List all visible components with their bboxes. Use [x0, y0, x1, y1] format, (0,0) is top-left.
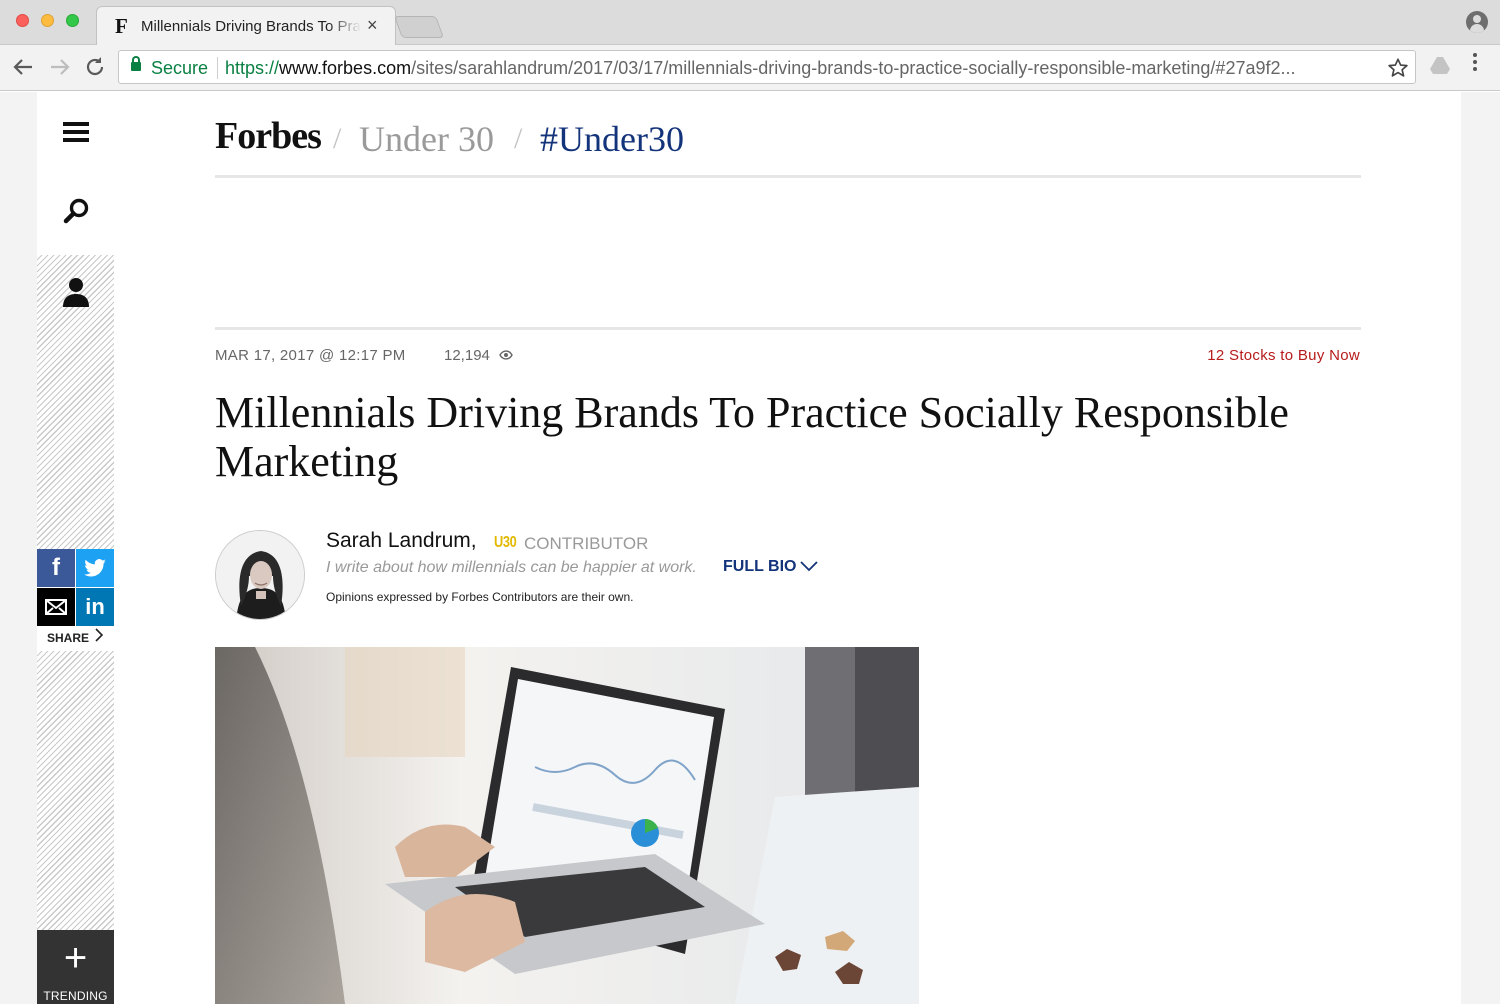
- article-date: MAR 17, 2017 @ 12:17 PM: [215, 347, 406, 364]
- plus-icon: +: [63, 936, 88, 980]
- author-role: CONTRIBUTOR: [524, 534, 649, 553]
- page-viewport: f in SHARE + TRENDING Forbes / Under 30 …: [0, 92, 1500, 1004]
- browser-toolbar: Secure https://www.forbes.com/sites/sara…: [0, 45, 1500, 91]
- linkedin-share-button[interactable]: in: [76, 588, 114, 626]
- new-tab-button[interactable]: [393, 16, 445, 38]
- contributor-disclaimer: Opinions expressed by Forbes Contributor…: [326, 590, 634, 604]
- address-bar[interactable]: Secure https://www.forbes.com/sites/sara…: [118, 50, 1416, 84]
- email-icon: [45, 599, 67, 615]
- author-portrait: [216, 531, 304, 619]
- breadcrumb-under-30[interactable]: Under 30: [359, 118, 494, 160]
- article-hero-image: [215, 647, 919, 1004]
- breadcrumb-hashtag-under30[interactable]: #Under30: [540, 118, 684, 160]
- url-path: /sites/sarahlandrum/2017/03/17/millennia…: [411, 58, 1296, 78]
- share-label[interactable]: SHARE: [47, 631, 89, 645]
- rail-hatch-bottom: [37, 651, 114, 930]
- view-count: 12,194: [444, 347, 490, 364]
- page-gutter-right: [1461, 92, 1500, 1004]
- eye-icon: [499, 350, 513, 360]
- forbes-favicon-icon: F: [115, 14, 128, 38]
- close-window-button[interactable]: [16, 14, 29, 27]
- facebook-icon: f: [52, 554, 60, 581]
- tab-close-icon[interactable]: ×: [367, 15, 378, 36]
- share-panel: f in SHARE: [37, 549, 114, 651]
- full-bio-link[interactable]: FULL BIO: [723, 558, 796, 576]
- profile-icon[interactable]: [1466, 11, 1488, 33]
- chevron-down-icon[interactable]: [800, 559, 818, 573]
- address-separator: [217, 57, 218, 79]
- secure-label: Secure: [151, 58, 209, 78]
- minimize-window-button[interactable]: [41, 14, 54, 27]
- u30-badge: U30: [494, 534, 517, 551]
- chevron-right-icon[interactable]: [95, 628, 103, 642]
- facebook-share-button[interactable]: f: [37, 549, 75, 587]
- promo-link[interactable]: 12 Stocks to Buy Now: [1100, 347, 1360, 364]
- maximize-window-button[interactable]: [66, 14, 79, 27]
- trending-label: TRENDING: [43, 989, 108, 1003]
- reload-icon[interactable]: [84, 56, 106, 78]
- url-text[interactable]: https://www.forbes.com/sites/sarahlandru…: [225, 58, 1375, 79]
- tab-title: Millennials Driving Brands To Practice S…: [141, 18, 361, 35]
- author-bio: I write about how millennials can be hap…: [326, 559, 697, 576]
- browser-tab-active[interactable]: F Millennials Driving Brands To Practice…: [96, 6, 396, 46]
- menu-dots-icon[interactable]: [1468, 51, 1482, 73]
- star-icon[interactable]: [1387, 57, 1409, 79]
- ad-divider: [215, 327, 1361, 330]
- browser-titlebar: F Millennials Driving Brands To Practice…: [0, 0, 1500, 46]
- url-scheme: https://: [225, 58, 280, 78]
- user-icon[interactable]: [61, 276, 91, 308]
- breadcrumb-separator: /: [333, 122, 342, 155]
- page-gutter-left: [0, 92, 37, 1004]
- hamburger-menu-icon[interactable]: [63, 122, 89, 142]
- forward-arrow-icon[interactable]: [49, 57, 71, 77]
- header-divider: [215, 175, 1361, 178]
- breadcrumb-separator: /: [514, 122, 523, 155]
- author-avatar[interactable]: [215, 530, 305, 620]
- forbes-logo[interactable]: Forbes: [215, 114, 322, 158]
- email-share-button[interactable]: [37, 588, 75, 626]
- lock-icon: [131, 56, 141, 71]
- url-host: www.forbes.com: [279, 58, 412, 78]
- back-arrow-icon[interactable]: [12, 57, 34, 77]
- trending-button[interactable]: + TRENDING: [37, 930, 114, 1004]
- drive-extension-icon[interactable]: [1430, 55, 1450, 75]
- twitter-icon: [84, 559, 106, 577]
- author-name[interactable]: Sarah Landrum,: [326, 529, 477, 553]
- twitter-share-button[interactable]: [76, 549, 114, 587]
- laptop-photo: [215, 647, 919, 1004]
- article-headline: Millennials Driving Brands To Practice S…: [215, 388, 1289, 486]
- linkedin-icon: in: [85, 594, 105, 619]
- search-icon[interactable]: [62, 196, 92, 226]
